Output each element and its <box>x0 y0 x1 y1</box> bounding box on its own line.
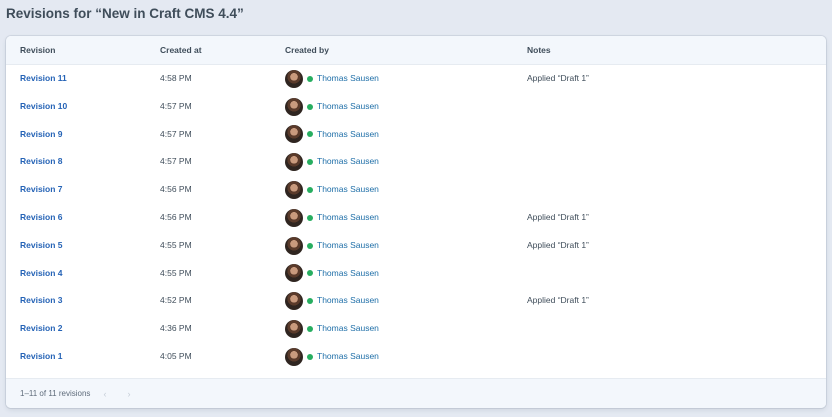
created-by-cell: Thomas Sausen <box>285 148 379 176</box>
created-at-cell: 4:05 PM <box>160 350 192 361</box>
user-link[interactable]: Thomas Sausen <box>317 204 379 232</box>
status-dot-icon <box>307 270 313 277</box>
revision-link[interactable]: Revision 4 <box>20 268 63 278</box>
status-dot-icon <box>307 75 313 82</box>
table-row: Revision 8 4:57 PM Thomas Sausen <box>6 148 826 176</box>
user-avatar[interactable] <box>285 264 303 283</box>
created-by-cell: Thomas Sausen <box>285 93 379 121</box>
user-avatar[interactable] <box>285 97 303 116</box>
status-dot-icon <box>307 103 313 110</box>
user-link[interactable]: Thomas Sausen <box>317 232 379 260</box>
column-header-created-at: Created at <box>160 45 202 55</box>
created-by-cell: Thomas Sausen <box>285 260 379 288</box>
table-row: Revision 6 4:56 PM Thomas Sausen Applied “D… <box>6 204 826 232</box>
user-link[interactable]: Thomas Sausen <box>317 121 379 149</box>
status-dot-icon <box>307 187 313 194</box>
revision-link[interactable]: Revision 2 <box>20 323 63 333</box>
user-avatar[interactable] <box>285 292 303 311</box>
page-title: Revisions for “New in Craft CMS 4.4” <box>6 6 244 21</box>
created-at-cell: 4:56 PM <box>160 184 192 195</box>
revision-link[interactable]: Revision 9 <box>20 129 63 139</box>
table-header: Revision Created at Created by Notes <box>6 36 826 65</box>
user-avatar[interactable] <box>285 153 303 172</box>
created-by-cell: Thomas Sausen <box>285 287 379 315</box>
created-by-cell: Thomas Sausen <box>285 121 379 149</box>
user-link[interactable]: Thomas Sausen <box>317 287 379 315</box>
status-dot-icon <box>307 159 313 166</box>
created-at-cell: 4:57 PM <box>160 128 192 139</box>
table-row: Revision 4 4:55 PM Thomas Sausen <box>6 260 826 288</box>
created-at-cell: 4:52 PM <box>160 295 192 306</box>
table-body: Revision 11 4:58 PM Thomas Sausen Applied “… <box>6 65 826 371</box>
status-dot-icon <box>307 131 313 138</box>
user-avatar[interactable] <box>285 208 303 227</box>
created-at-cell: 4:57 PM <box>160 156 192 167</box>
notes-cell: Applied “Draft 1” <box>527 295 589 306</box>
user-link[interactable]: Thomas Sausen <box>317 65 379 93</box>
created-by-cell: Thomas Sausen <box>285 65 379 93</box>
revision-link[interactable]: Revision 6 <box>20 212 63 222</box>
created-by-cell: Thomas Sausen <box>285 176 379 204</box>
revisions-table-card: Revision Created at Created by Notes Rev… <box>6 36 826 408</box>
pagination-info: 1–11 of 11 revisions <box>20 389 91 398</box>
revision-link[interactable]: Revision 1 <box>20 351 63 361</box>
created-at-cell: 4:55 PM <box>160 267 192 278</box>
created-by-cell: Thomas Sausen <box>285 343 379 371</box>
chevron-right-icon[interactable]: › <box>124 389 134 399</box>
created-at-cell: 4:57 PM <box>160 100 192 111</box>
created-at-cell: 4:36 PM <box>160 323 192 334</box>
status-dot-icon <box>307 326 313 333</box>
table-row: Revision 10 4:57 PM Thomas Sausen <box>6 93 826 121</box>
revision-link[interactable]: Revision 3 <box>20 295 63 305</box>
table-footer: 1–11 of 11 revisions ‹ › <box>6 378 826 408</box>
status-dot-icon <box>307 298 313 305</box>
user-link[interactable]: Thomas Sausen <box>317 343 379 371</box>
created-at-cell: 4:58 PM <box>160 73 192 83</box>
user-avatar[interactable] <box>285 236 303 255</box>
status-dot-icon <box>307 353 313 360</box>
column-header-created-by: Created by <box>285 45 329 55</box>
revision-link[interactable]: Revision 8 <box>20 156 63 166</box>
user-avatar[interactable] <box>285 320 303 339</box>
notes-cell: Applied “Draft 1” <box>527 239 589 250</box>
user-link[interactable]: Thomas Sausen <box>317 315 379 343</box>
status-dot-icon <box>307 242 313 249</box>
user-link[interactable]: Thomas Sausen <box>317 148 379 176</box>
table-row: Revision 11 4:58 PM Thomas Sausen Applied “… <box>6 65 826 93</box>
revision-link[interactable]: Revision 10 <box>20 101 67 111</box>
created-at-cell: 4:56 PM <box>160 211 192 222</box>
created-by-cell: Thomas Sausen <box>285 232 379 260</box>
notes-cell: Applied “Draft 1” <box>527 73 589 83</box>
user-avatar[interactable] <box>285 347 303 366</box>
revision-link[interactable]: Revision 7 <box>20 184 63 194</box>
revision-link[interactable]: Revision 5 <box>20 240 63 250</box>
table-row: Revision 1 4:05 PM Thomas Sausen <box>6 343 826 371</box>
table-row: Revision 2 4:36 PM Thomas Sausen <box>6 315 826 343</box>
table-row: Revision 5 4:55 PM Thomas Sausen Applied “D… <box>6 232 826 260</box>
revision-link[interactable]: Revision 11 <box>20 73 67 83</box>
column-header-revision: Revision <box>20 45 56 55</box>
notes-cell: Applied “Draft 1” <box>527 211 589 222</box>
user-link[interactable]: Thomas Sausen <box>317 260 379 288</box>
user-avatar[interactable] <box>285 69 303 88</box>
chevron-left-icon[interactable]: ‹ <box>100 389 110 399</box>
user-link[interactable]: Thomas Sausen <box>317 176 379 204</box>
status-dot-icon <box>307 214 313 221</box>
table-row: Revision 7 4:56 PM Thomas Sausen <box>6 176 826 204</box>
table-row: Revision 9 4:57 PM Thomas Sausen <box>6 121 826 149</box>
user-avatar[interactable] <box>285 125 303 144</box>
column-header-notes: Notes <box>527 45 551 55</box>
created-at-cell: 4:55 PM <box>160 239 192 250</box>
user-link[interactable]: Thomas Sausen <box>317 93 379 121</box>
user-avatar[interactable] <box>285 181 303 200</box>
created-by-cell: Thomas Sausen <box>285 315 379 343</box>
table-row: Revision 3 4:52 PM Thomas Sausen Applied “D… <box>6 287 826 315</box>
created-by-cell: Thomas Sausen <box>285 204 379 232</box>
